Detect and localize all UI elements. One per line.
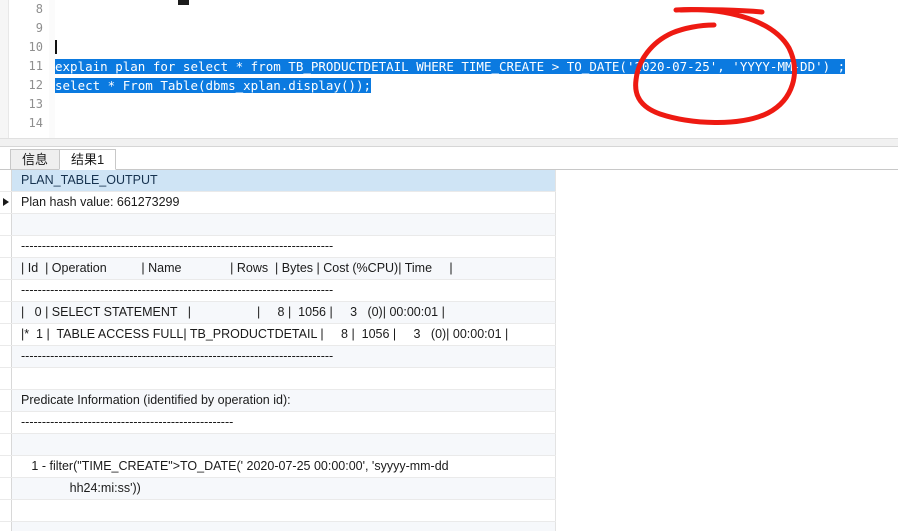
editor-left-margin-strip [0, 0, 9, 138]
row-header-cell[interactable] [0, 390, 12, 411]
editor-line-number-gutter: 8 9 10 11 12 13 14 [9, 0, 49, 138]
row-header-cell[interactable] [0, 324, 12, 345]
row-header-cell[interactable] [0, 434, 12, 455]
plan-output-cell[interactable] [12, 368, 556, 389]
plan-output-cell[interactable]: Plan hash value: 661273299 [12, 192, 556, 213]
table-row[interactable]: Predicate Information (identified by ope… [0, 390, 556, 412]
selected-code-text: select * From Table(dbms_xplan.display()… [55, 78, 372, 93]
plan-output-cell[interactable]: hh24:mi:ss')) [12, 478, 556, 499]
table-row[interactable]: ----------------------------------------… [0, 236, 556, 258]
grid-header-row: PLAN_TABLE_OUTPUT [0, 170, 556, 192]
plan-output-cell[interactable] [12, 522, 556, 531]
code-line[interactable]: select * From Table(dbms_xplan.display()… [55, 76, 898, 95]
plan-output-cell[interactable]: ----------------------------------------… [12, 412, 556, 433]
tab-info[interactable]: 信息 [10, 149, 61, 170]
row-header-cell[interactable] [0, 214, 12, 235]
code-line[interactable] [55, 19, 898, 38]
row-header-cell[interactable] [0, 192, 12, 213]
table-row[interactable] [0, 500, 556, 522]
line-number: 14 [28, 116, 43, 130]
line-number: 10 [28, 40, 43, 54]
table-row[interactable] [0, 368, 556, 390]
plan-output-cell[interactable]: | 0 | SELECT STATEMENT | | 8 | 1056 | 3 … [12, 302, 556, 323]
row-header-cell[interactable] [0, 522, 12, 531]
row-header-cell[interactable] [0, 258, 12, 279]
row-header-cell[interactable] [0, 302, 12, 323]
text-caret [55, 40, 57, 54]
selected-code-text: explain plan for select * from TB_PRODUC… [55, 59, 846, 74]
result-tab-bar: 信息 结果1 [0, 147, 898, 170]
code-line[interactable] [55, 114, 898, 133]
table-row[interactable]: |* 1 | TABLE ACCESS FULL| TB_PRODUCTDETA… [0, 324, 556, 346]
grid-empty-area [556, 170, 898, 531]
table-row[interactable]: hh24:mi:ss')) [0, 478, 556, 500]
plan-output-cell[interactable]: ----------------------------------------… [12, 236, 556, 257]
plan-output-cell[interactable]: |* 1 | TABLE ACCESS FULL| TB_PRODUCTDETA… [12, 324, 556, 345]
sql-editor-pane[interactable]: 8 9 10 11 12 13 14 explain plan for select * f… [0, 0, 898, 138]
editor-code-area[interactable]: explain plan for select * from TB_PRODUC… [55, 0, 898, 138]
line-number: 12 [28, 78, 43, 92]
row-header-cell[interactable] [0, 500, 12, 521]
line-number: 8 [35, 2, 43, 16]
code-line[interactable]: explain plan for select * from TB_PRODUC… [55, 57, 898, 76]
code-line[interactable] [55, 38, 898, 57]
row-header-cell[interactable] [0, 368, 12, 389]
code-line[interactable] [55, 0, 898, 19]
row-header-cell[interactable] [0, 236, 12, 257]
table-row[interactable] [0, 214, 556, 236]
result-grid-pane[interactable]: PLAN_TABLE_OUTPUT Plan hash value: 661273… [0, 170, 898, 531]
line-number: 11 [28, 59, 43, 73]
plan-output-cell[interactable] [12, 500, 556, 521]
row-header-cell[interactable] [0, 456, 12, 477]
plan-output-cell[interactable]: ----------------------------------------… [12, 280, 556, 301]
plan-table-grid[interactable]: PLAN_TABLE_OUTPUT Plan hash value: 661273… [0, 170, 556, 531]
table-row[interactable]: Plan hash value: 661273299 [0, 192, 556, 214]
plan-output-cell[interactable]: 1 - filter("TIME_CREATE">TO_DATE(' 2020-… [12, 456, 556, 477]
table-row[interactable]: ----------------------------------------… [0, 412, 556, 434]
code-line[interactable] [55, 95, 898, 114]
table-row[interactable]: ----------------------------------------… [0, 280, 556, 302]
table-row[interactable]: ----------------------------------------… [0, 346, 556, 368]
plan-output-cell[interactable]: | Id | Operation | Name | Rows | Bytes |… [12, 258, 556, 279]
tab-result-1[interactable]: 结果1 [59, 149, 117, 170]
plan-output-cell[interactable] [12, 214, 556, 235]
row-header-cell[interactable] [0, 280, 12, 301]
line-number: 13 [28, 97, 43, 111]
table-row[interactable]: | 0 | SELECT STATEMENT | | 8 | 1056 | 3 … [0, 302, 556, 324]
pane-splitter[interactable] [0, 138, 898, 147]
plan-output-cell[interactable] [12, 434, 556, 455]
table-row[interactable] [0, 434, 556, 456]
table-row[interactable] [0, 522, 556, 531]
plan-output-cell[interactable]: Predicate Information (identified by ope… [12, 390, 556, 411]
row-header-cell[interactable] [0, 412, 12, 433]
table-row[interactable]: | Id | Operation | Name | Rows | Bytes |… [0, 258, 556, 280]
current-row-arrow-icon [3, 198, 9, 206]
table-row[interactable]: 1 - filter("TIME_CREATE">TO_DATE(' 2020-… [0, 456, 556, 478]
row-header-cell[interactable] [0, 478, 12, 499]
plan-output-cell[interactable]: ----------------------------------------… [12, 346, 556, 367]
line-number: 9 [35, 21, 43, 35]
grid-corner-cell [0, 170, 12, 191]
row-header-cell[interactable] [0, 346, 12, 367]
column-header-plan-table-output[interactable]: PLAN_TABLE_OUTPUT [12, 170, 556, 191]
